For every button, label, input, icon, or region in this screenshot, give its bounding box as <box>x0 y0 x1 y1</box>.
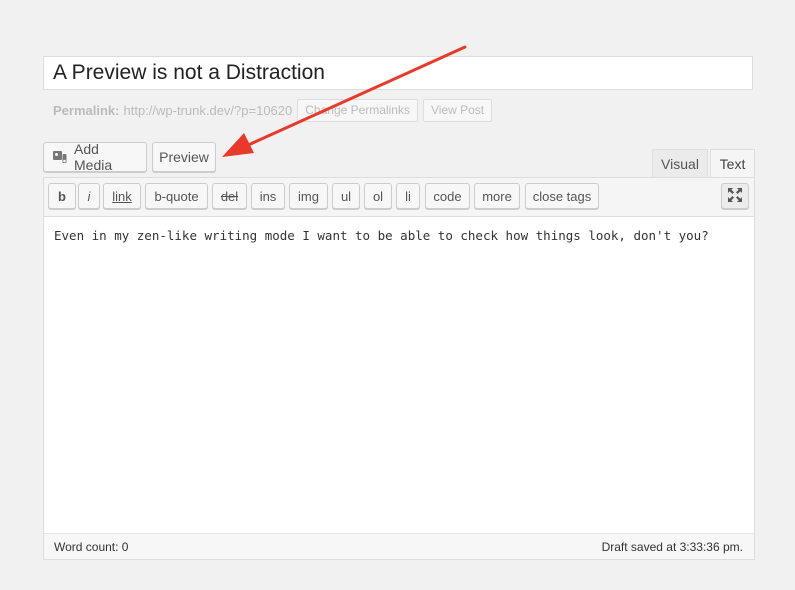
bquote-button[interactable]: b-quote <box>145 183 208 209</box>
ol-button[interactable]: ol <box>364 183 392 209</box>
italic-button[interactable]: i <box>78 183 100 209</box>
fullscreen-icon <box>727 187 743 206</box>
preview-button[interactable]: Preview <box>152 142 216 172</box>
close-tags-button[interactable]: close tags <box>525 183 599 209</box>
del-button[interactable]: del <box>212 183 247 209</box>
add-media-label: Add Media <box>74 141 113 173</box>
tab-visual[interactable]: Visual <box>652 149 708 177</box>
word-count: Word count: 0 <box>54 540 129 554</box>
ins-button[interactable]: ins <box>251 183 285 209</box>
code-button[interactable]: code <box>425 183 470 209</box>
preview-label: Preview <box>159 149 209 165</box>
draft-saved-status: Draft saved at 3:33:36 pm. <box>601 540 743 554</box>
fullscreen-button[interactable] <box>721 183 749 209</box>
quicktags-toolbar: b i link b-quote del ins img ul ol li co… <box>44 178 754 217</box>
permalink-url[interactable]: http://wp-trunk.dev/?p=10620 <box>123 103 292 118</box>
img-button[interactable]: img <box>289 183 328 209</box>
more-button[interactable]: more <box>474 183 520 209</box>
permalink-row: Permalink: http://wp-trunk.dev/?p=10620 … <box>53 98 493 122</box>
editor-status-bar: Word count: 0 Draft saved at 3:33:36 pm. <box>44 533 754 559</box>
link-button[interactable]: link <box>103 183 141 209</box>
li-button[interactable]: li <box>396 183 420 209</box>
add-media-button[interactable]: Add Media <box>43 141 147 173</box>
tab-text[interactable]: Text <box>710 149 755 177</box>
post-title-input[interactable]: A Preview is not a Distraction <box>43 56 753 90</box>
permalink-label: Permalink: <box>53 102 120 118</box>
text-editor: b i link b-quote del ins img ul ol li co… <box>43 177 755 560</box>
view-post-button[interactable]: View Post <box>422 98 493 122</box>
ul-button[interactable]: ul <box>332 183 360 209</box>
change-permalinks-button[interactable]: Change Permalinks <box>297 98 418 122</box>
editor-content[interactable]: Even in my zen-like writing mode I want … <box>54 228 744 243</box>
bold-button[interactable]: b <box>48 183 76 209</box>
media-icon <box>52 149 68 165</box>
